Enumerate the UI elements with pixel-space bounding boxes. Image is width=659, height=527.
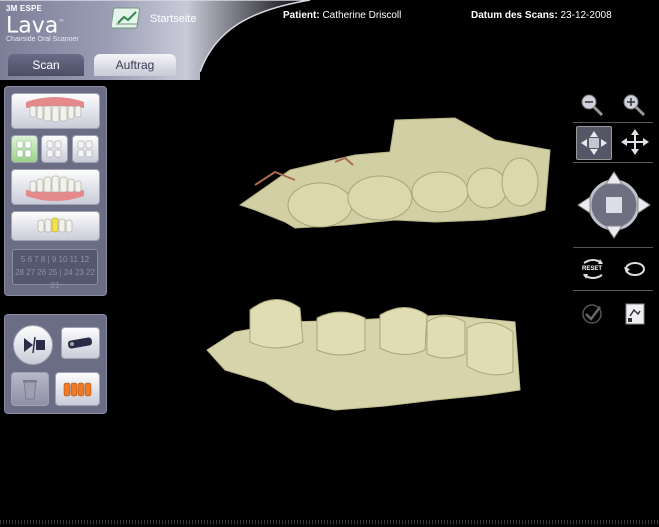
- rotate-view-button[interactable]: [620, 255, 650, 283]
- play-stop-icon: [24, 336, 45, 354]
- lower-jaw-icon: [26, 175, 84, 201]
- bite-view-button-3[interactable]: [72, 135, 99, 163]
- scanner-wand-icon: [67, 337, 93, 349]
- upper-jaw-model: [238, 117, 551, 229]
- rotate-icon: [624, 262, 645, 276]
- jaw-selection-panel: 5 6 7 8 | 9 10 11 12 28 27 26 25 | 24 23…: [4, 86, 107, 296]
- bite-icon: [77, 140, 93, 158]
- scan-date-label: Datum des Scans:: [471, 10, 558, 21]
- home-icon: [112, 7, 140, 29]
- scan-date-value: 23-12-2008: [560, 10, 612, 21]
- home-label: Startseite: [150, 13, 197, 25]
- wand-button[interactable]: [61, 327, 100, 359]
- delete-button[interactable]: [11, 372, 49, 406]
- direction-pad-icon: [577, 171, 651, 239]
- quadrant-button[interactable]: [11, 211, 100, 241]
- quality-button[interactable]: [620, 300, 650, 328]
- divider: [573, 290, 653, 291]
- check-button[interactable]: [578, 300, 608, 328]
- upper-jaw-button[interactable]: [11, 93, 100, 129]
- reset-label: RESET: [582, 266, 603, 272]
- bite-icon: [16, 140, 32, 158]
- patient-name: Catherine Driscoll: [322, 10, 402, 21]
- tooth-number-selector[interactable]: 5 6 7 8 | 9 10 11 12 28 27 26 25 | 24 23…: [12, 249, 98, 290]
- upper-jaw-icon: [26, 97, 84, 123]
- lower-jaw-button[interactable]: [11, 169, 100, 205]
- bite-icon: [46, 140, 62, 158]
- play-stop-button[interactable]: [13, 325, 53, 365]
- reset-view-button[interactable]: RESET: [578, 255, 608, 283]
- upper-tooth-numbers: 5 6 7 8 | 9 10 11 12: [20, 255, 90, 264]
- status-strip: [0, 520, 659, 524]
- divider: [573, 122, 653, 123]
- scan-date-info: Datum des Scans: 23-12-2008: [471, 10, 612, 21]
- bite-view-button-1[interactable]: [11, 135, 38, 163]
- divider: [573, 162, 653, 163]
- bite-view-button-2[interactable]: [41, 135, 68, 163]
- brand-product: Lava™: [6, 13, 65, 39]
- zoom-in-icon: [623, 94, 646, 117]
- rotate-mode-button[interactable]: [576, 126, 612, 160]
- pan-mode-button[interactable]: [618, 126, 652, 158]
- scan-controls-panel: [4, 314, 107, 414]
- brand-subtitle: Chairside Oral Scanner: [6, 36, 79, 44]
- teeth-select-icon: [63, 382, 92, 397]
- divider: [573, 247, 653, 248]
- home-button[interactable]: Startseite: [112, 6, 196, 32]
- orange-teeth-button[interactable]: [55, 372, 100, 406]
- quadrant-icon: [37, 217, 73, 233]
- trash-icon: [23, 380, 37, 400]
- tab-scan[interactable]: Scan: [8, 54, 84, 76]
- pan-icon: [621, 129, 649, 155]
- lower-jaw-model: [206, 299, 521, 411]
- tab-auftrag[interactable]: Auftrag: [94, 54, 176, 76]
- check-icon: [582, 304, 602, 324]
- patient-label: Patient:: [283, 10, 320, 21]
- rotate-mode-icon: [581, 131, 607, 155]
- quality-icon: [625, 303, 645, 325]
- 3d-model-viewport[interactable]: [195, 110, 565, 420]
- brand-company: 3M ESPE: [6, 4, 43, 13]
- lower-tooth-numbers: 28 27 26 25 | 24 23 22 21: [15, 268, 95, 290]
- zoom-out-icon: [581, 94, 604, 117]
- zoom-in-button[interactable]: [620, 92, 648, 118]
- brand-logo: 3M ESPE Lava™ Chairside Oral Scanner: [6, 4, 79, 43]
- zoom-out-button[interactable]: [578, 92, 606, 118]
- patient-info: Patient: Catherine Driscoll: [283, 10, 401, 21]
- direction-pad[interactable]: [574, 168, 654, 242]
